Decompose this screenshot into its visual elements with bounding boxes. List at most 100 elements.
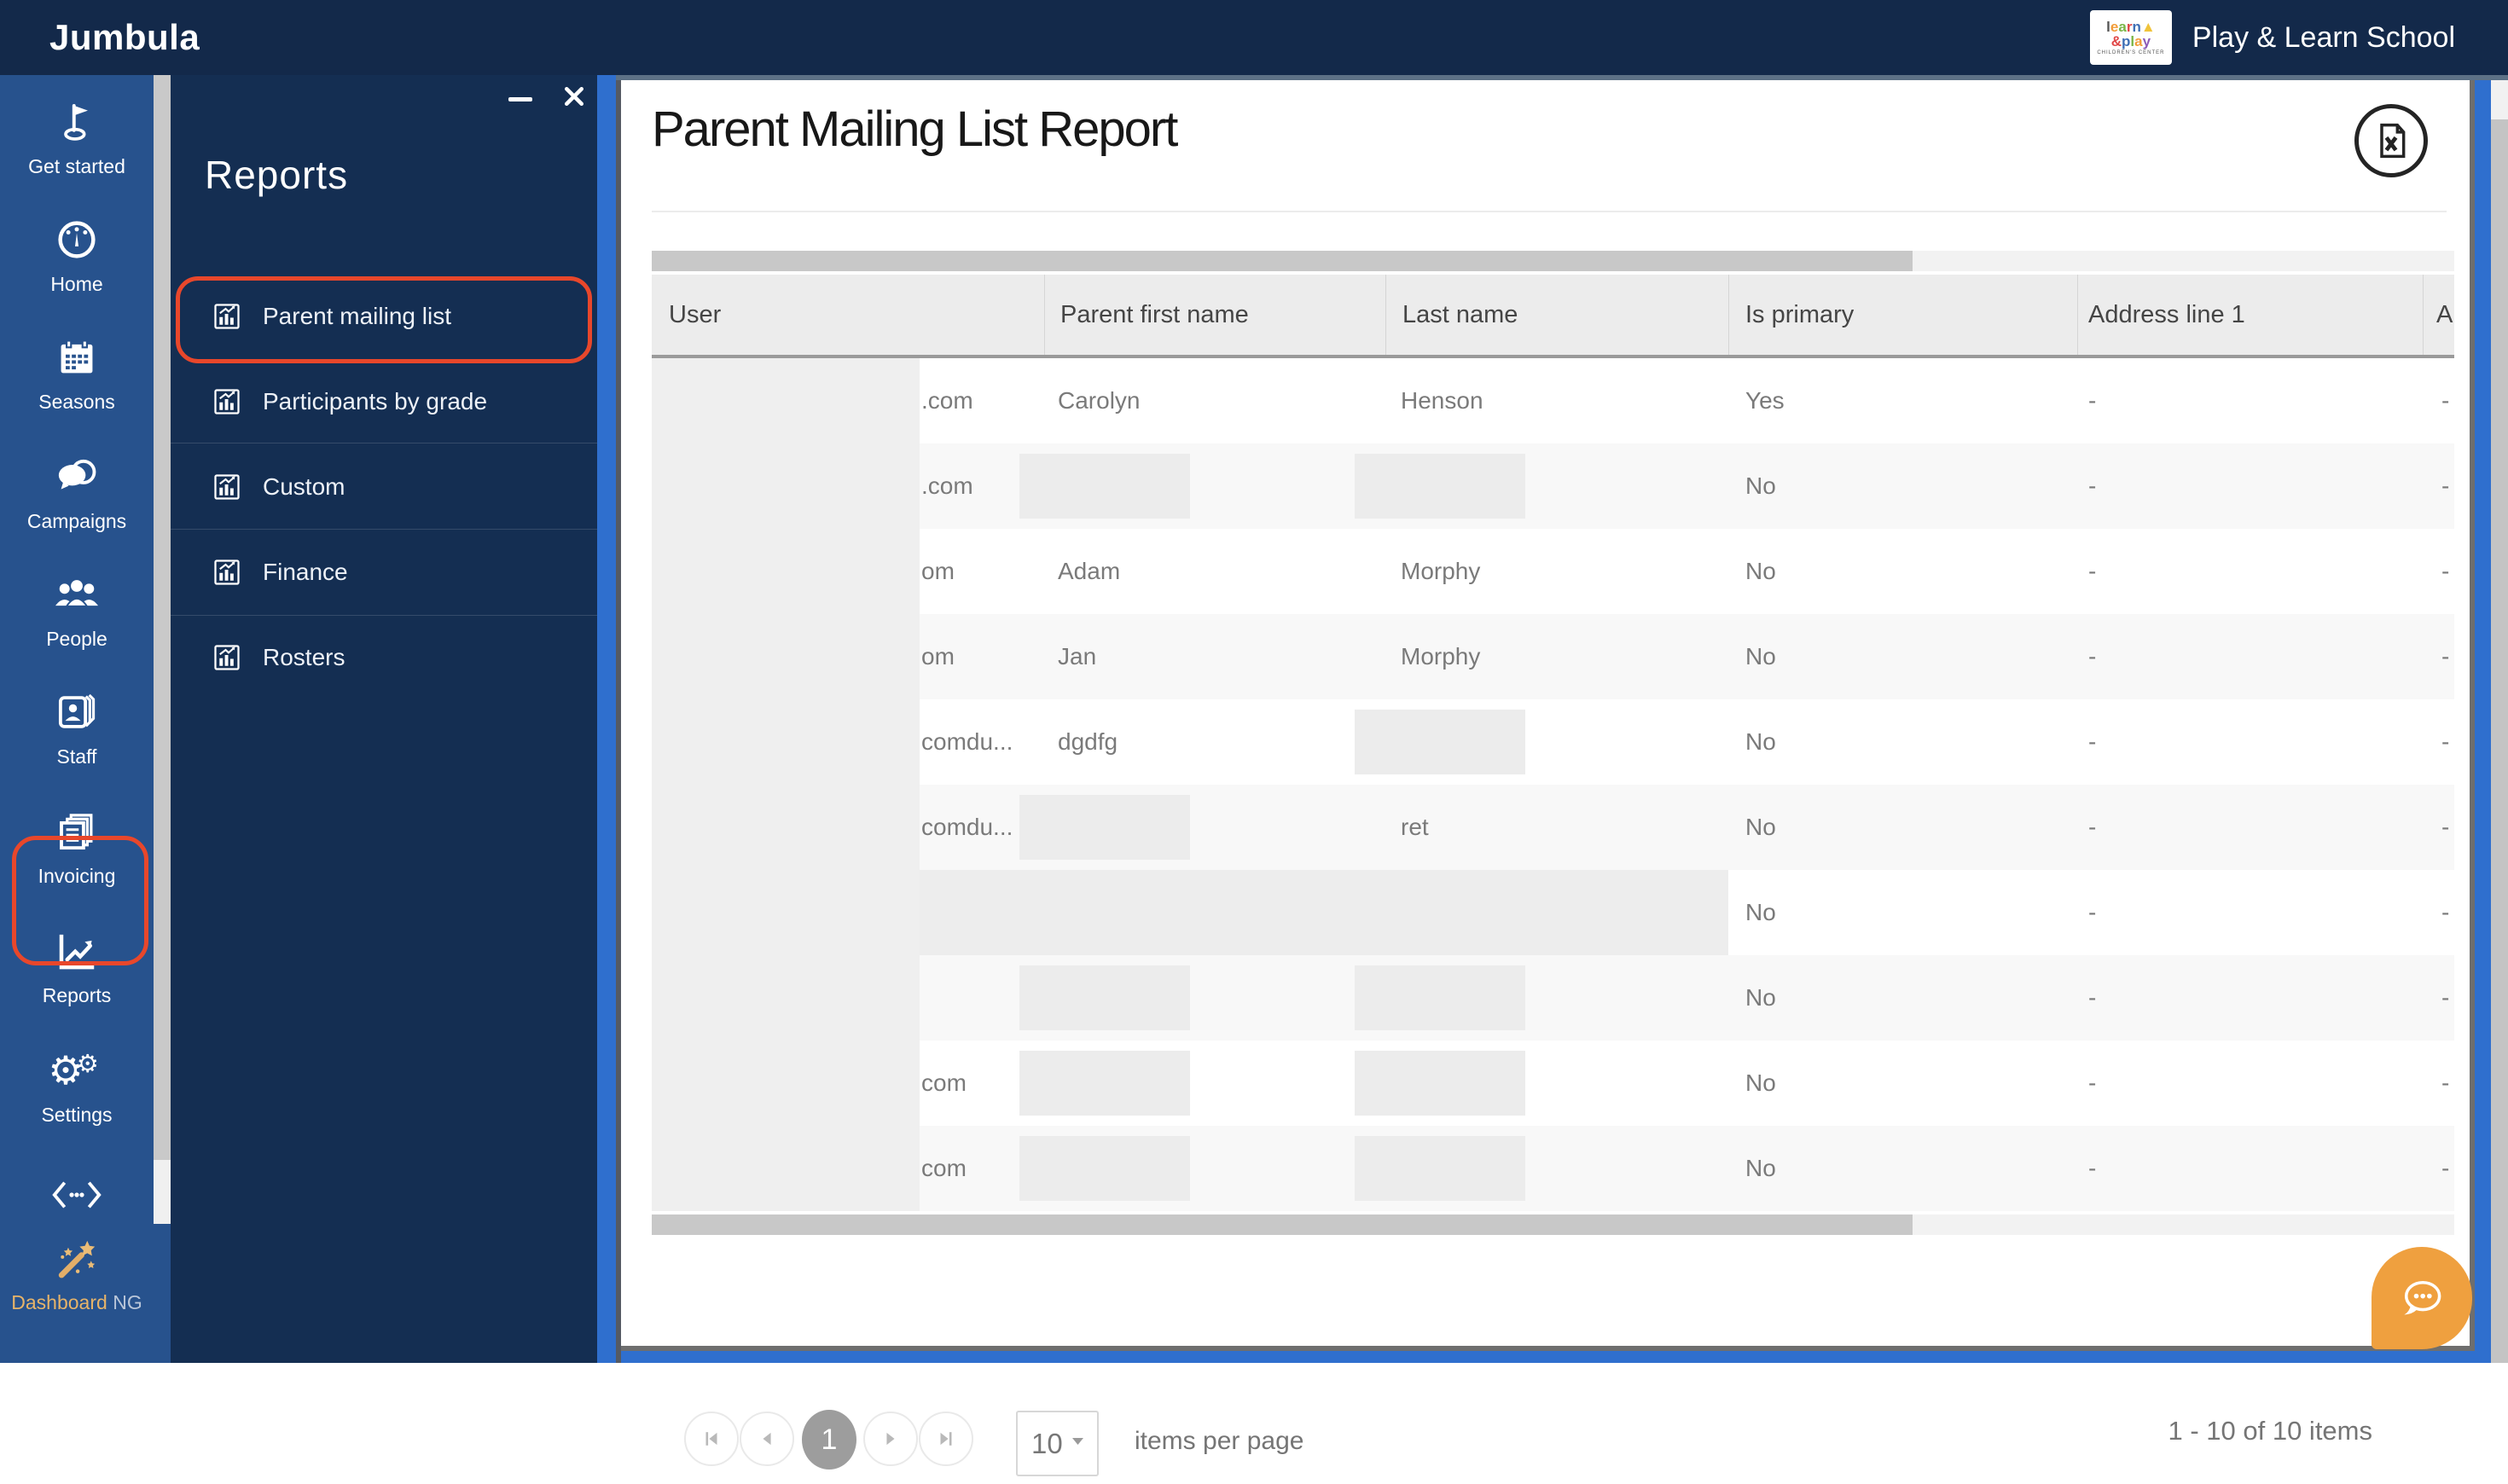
table-row[interactable]: om Jan Morphy No - - — [652, 614, 2454, 699]
cell-is-primary: No — [1745, 1070, 1776, 1096]
current-page-button[interactable]: 1 — [802, 1410, 856, 1470]
chat-bubble-icon — [2404, 1280, 2441, 1315]
flyout-item-rosters[interactable]: Rosters — [171, 615, 597, 700]
top-bar: Jumbula learn▲ &play CHILDREN'S CENTER P… — [0, 0, 2508, 75]
sidebar-item-people[interactable]: People — [0, 568, 154, 651]
flyout-item-custom[interactable]: Custom — [171, 444, 597, 530]
table-top-scrollbar-track[interactable] — [652, 251, 2454, 271]
redacted-first-name — [1019, 795, 1190, 860]
school-name[interactable]: Play & Learn School — [2192, 21, 2455, 55]
prev-page-icon[interactable] — [740, 1412, 794, 1466]
sidebar-item-dev-tools[interactable] — [0, 1168, 154, 1221]
next-page-icon[interactable] — [863, 1412, 918, 1466]
cell-parent-first-name: Carolyn — [1058, 387, 1141, 414]
pager-range-label: 1 - 10 of 10 items — [2168, 1416, 2372, 1446]
table-row[interactable]: comdu... dgdfg No - - — [652, 699, 2454, 785]
panel-top-border — [616, 75, 2508, 80]
seek-first-icon[interactable] — [684, 1412, 739, 1466]
sidebar-item-label: Reports — [42, 984, 112, 1006]
sidebar-item-dashboard-ng[interactable]: Dashboard NG — [0, 1232, 154, 1314]
right-blue-strip — [2475, 75, 2491, 1363]
school-logo-line3: CHILDREN'S CENTER — [2097, 50, 2165, 55]
table-row[interactable]: No - - — [652, 870, 2454, 955]
flyout-item-parent-mailing-list[interactable]: Parent mailing list — [171, 274, 597, 359]
redacted-last-name — [1355, 1051, 1525, 1116]
table-bottom-scrollbar-thumb[interactable] — [652, 1214, 1913, 1235]
cell-address-line-2: - — [2441, 643, 2450, 670]
documents-icon — [0, 805, 154, 858]
page-scrollbar-thumb[interactable] — [2491, 119, 2508, 1363]
cell-address-line-2: - — [2441, 387, 2450, 414]
table-row[interactable]: com No - - — [652, 1041, 2454, 1126]
bar-chart-icon — [212, 386, 242, 417]
table-row[interactable]: .com Carolyn Henson Yes - - — [652, 358, 2454, 443]
cell-address-line-1: - — [2088, 472, 2097, 499]
table-row[interactable]: .com No - - — [652, 443, 2454, 529]
table-row[interactable]: No - - — [652, 955, 2454, 1041]
sidebar-item-staff[interactable]: Staff — [0, 686, 154, 768]
column-header-last-name[interactable]: Last name — [1402, 275, 1518, 355]
title-divider — [652, 211, 2447, 212]
sidebar-item-home[interactable]: Home — [0, 213, 154, 296]
flyout-item-participants-by-grade[interactable]: Participants by grade — [171, 359, 597, 444]
cell-user: comdu... — [921, 814, 1013, 840]
staff-card-icon — [0, 686, 154, 739]
sidebar-item-seasons[interactable]: Seasons — [0, 331, 154, 414]
column-header-parent-first-name[interactable]: Parent first name — [1060, 275, 1249, 355]
column-header-a[interactable]: A — [2436, 275, 2453, 355]
close-icon[interactable] — [561, 84, 587, 113]
bar-chart-icon — [212, 472, 242, 502]
flyout-item-label: Participants by grade — [263, 388, 488, 414]
cell-user: .com — [921, 387, 973, 414]
sidebar-item-campaigns[interactable]: Campaigns — [0, 450, 154, 533]
school-logo[interactable]: learn▲ &play CHILDREN'S CENTER — [2089, 10, 2172, 65]
calendar-icon — [0, 331, 154, 384]
column-header-user[interactable]: User — [669, 275, 721, 355]
cell-is-primary: No — [1745, 472, 1776, 499]
sidebar-item-settings[interactable]: ⚙⚙ Settings — [0, 1044, 154, 1127]
sidebar-item-reports[interactable]: Reports — [0, 925, 154, 1007]
cell-is-primary: No — [1745, 814, 1776, 840]
cell-is-primary: No — [1745, 643, 1776, 670]
flyout-scrollbar[interactable] — [597, 75, 616, 1363]
cell-user: com — [921, 1070, 967, 1096]
sidebar-item-label: Home — [50, 273, 103, 295]
sidebar-scrollbar-track[interactable] — [154, 75, 171, 1160]
cell-address-line-1: - — [2088, 558, 2097, 584]
flyout-title: Reports — [205, 153, 349, 197]
seek-last-icon[interactable] — [919, 1412, 973, 1466]
table-row[interactable]: com No - - — [652, 1126, 2454, 1211]
cell-address-line-1: - — [2088, 1070, 2097, 1096]
table-bottom-scrollbar-track[interactable] — [652, 1214, 2454, 1235]
table-row[interactable]: om Adam Morphy No - - — [652, 529, 2454, 614]
cell-parent-first-name: Adam — [1058, 558, 1121, 584]
jumbula-logo[interactable]: Jumbula — [49, 0, 200, 75]
minimize-icon[interactable] — [508, 97, 532, 101]
redacted-first-name — [1019, 454, 1190, 519]
redacted-last-name — [1355, 710, 1525, 774]
bar-chart-icon — [212, 301, 242, 332]
cell-is-primary: No — [1745, 728, 1776, 755]
cell-address-line-2: - — [2441, 728, 2450, 755]
table-top-scrollbar-thumb[interactable] — [652, 251, 1913, 271]
page-size-value: 10 — [1031, 1427, 1063, 1459]
flyout-item-finance[interactable]: Finance — [171, 530, 597, 615]
column-header-is-primary[interactable]: Is primary — [1745, 275, 1854, 355]
chat-widget-button[interactable] — [2372, 1247, 2472, 1349]
excel-export-icon[interactable] — [2354, 104, 2428, 177]
page-size-select[interactable]: 10 — [1016, 1411, 1099, 1476]
table-header-row: User Parent first name Last name Is primary… — [652, 275, 2454, 355]
cell-address-line-2: - — [2441, 984, 2450, 1011]
flyout-separator — [171, 529, 597, 530]
sidebar-item-invoicing[interactable]: Invoicing — [0, 805, 154, 888]
cell-address-line-2: - — [2441, 814, 2450, 840]
sidebar-item-get-started[interactable]: Get started — [0, 96, 154, 178]
cell-user: comdu... — [921, 728, 1013, 755]
flyout-item-label: Custom — [263, 473, 345, 500]
redacted-first-name — [1019, 1136, 1190, 1201]
sidebar-scrollbar-thumb[interactable] — [154, 1160, 171, 1224]
table-row[interactable]: comdu... ret No - - — [652, 785, 2454, 870]
column-header-address-line-1[interactable]: Address line 1 — [2088, 275, 2245, 355]
redacted-first-name — [1019, 1051, 1190, 1116]
redacted-last-name — [1355, 1136, 1525, 1201]
